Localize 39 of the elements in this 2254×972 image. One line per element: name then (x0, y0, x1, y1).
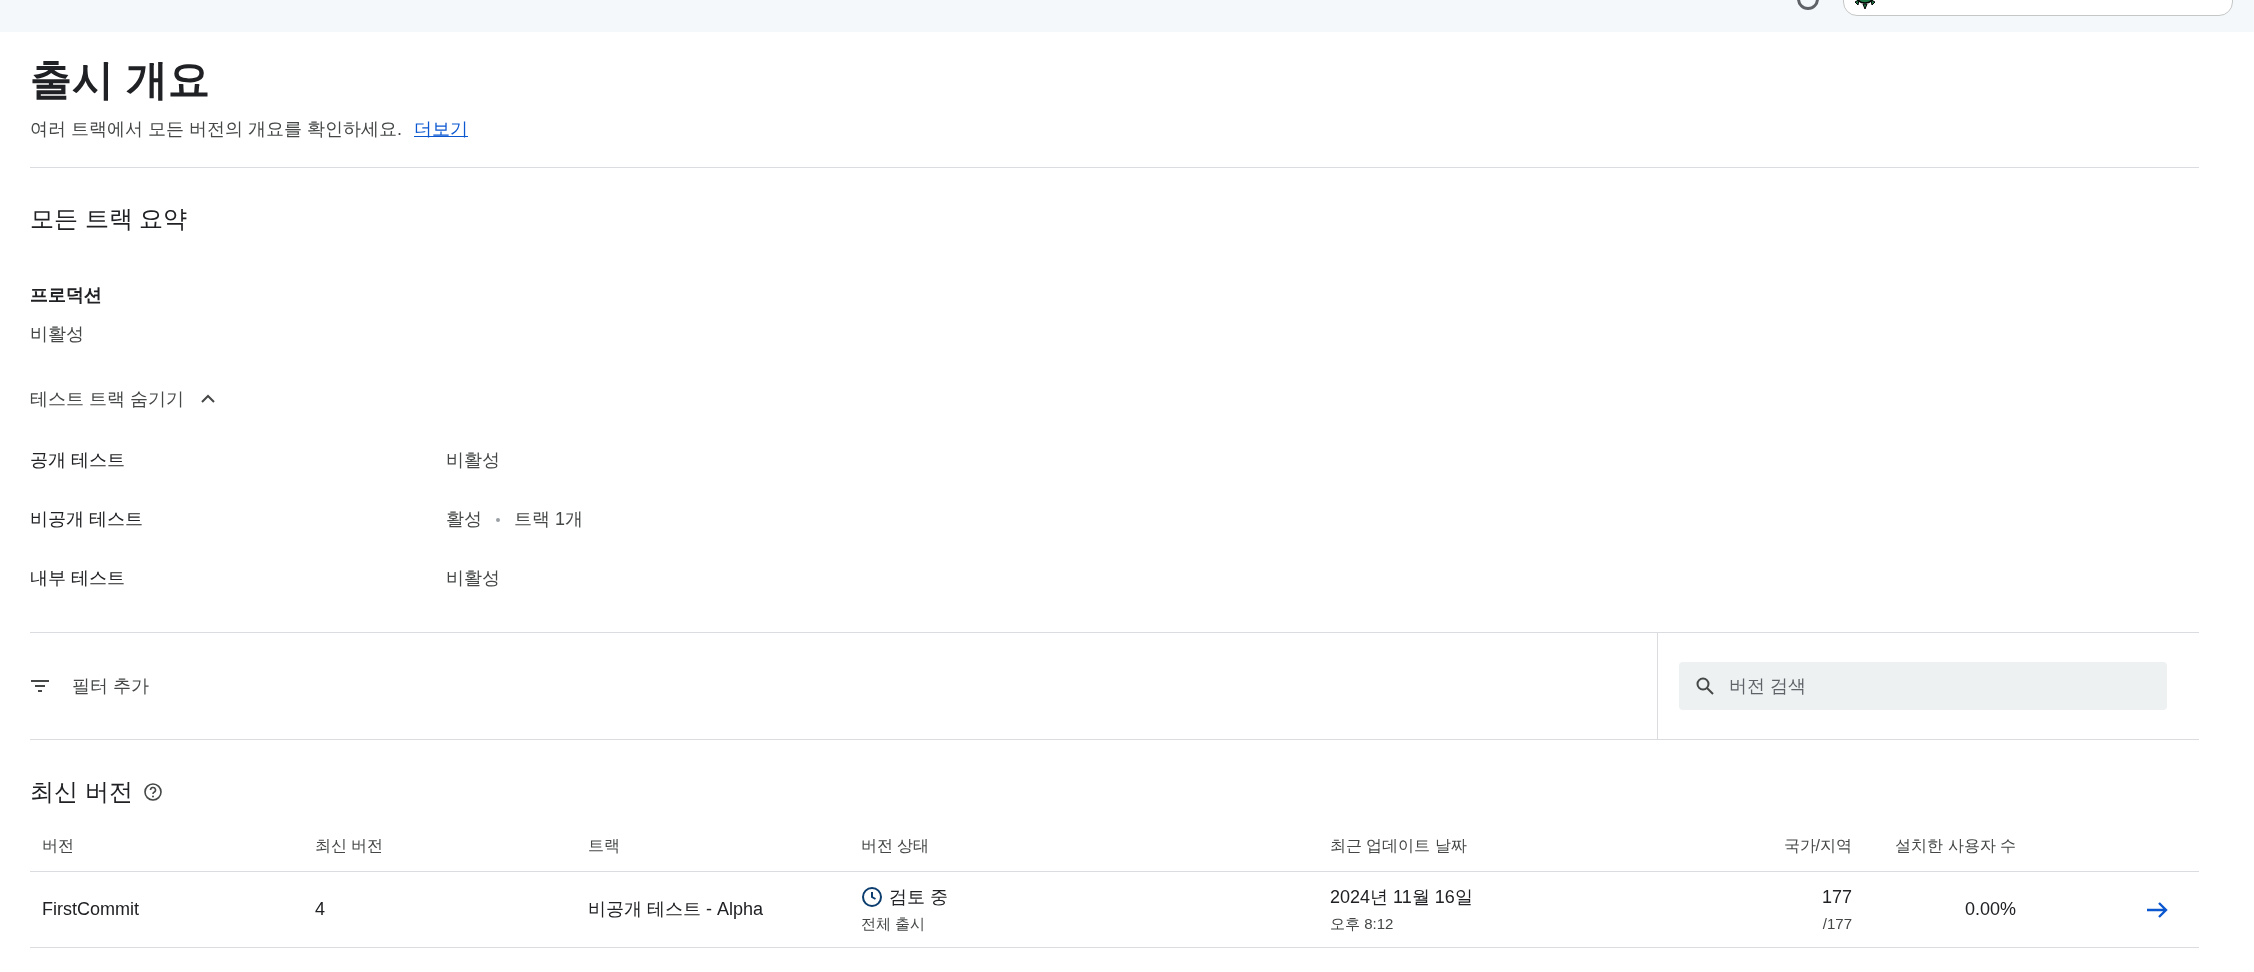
production-label: 프로덕션 (30, 284, 103, 307)
section-heading: 모든 트랙 요약 (30, 204, 189, 234)
country-count: 177 (1820, 885, 1852, 909)
production-status: 비활성 (30, 323, 85, 346)
track-name: 내부 테스트 (30, 567, 126, 590)
table-cell-text: 비공개 테스트 - Alpha (588, 898, 765, 921)
page-description: 여러 트랙에서 모든 버전의 개요를 확인하세요. (30, 118, 402, 141)
column-header: 설치한 사용자 수 (1894, 835, 2017, 856)
table-cell-text: 0.00% (1963, 898, 2017, 921)
column-header: 트랙 (588, 835, 621, 856)
column-header: 최근 업데이트 날짜 (1330, 835, 1468, 856)
date-text: 2024년 11월 16일 (1330, 885, 1474, 909)
column-header: 최신 버전 (315, 835, 385, 856)
add-filter-button[interactable]: 필터 추가 (30, 633, 1657, 739)
track-name: 공개 테스트 (30, 449, 126, 472)
table-cell-text: 4 (315, 898, 326, 921)
dot-separator-icon (496, 517, 500, 522)
rollout-text: 전체 출시 (861, 913, 927, 934)
column-header: 국가/지역 (1782, 835, 1852, 856)
track-name: 비공개 테스트 (30, 508, 144, 531)
page-title: 출시 개요 (30, 55, 211, 105)
learn-more-link[interactable]: 더보기 (414, 116, 468, 143)
filter-icon (30, 679, 50, 693)
track-detail: 트랙 1개 (514, 508, 583, 531)
table-cell-text: FirstCommit (42, 898, 140, 921)
arrow-right-icon[interactable] (2145, 899, 2169, 920)
track-status: 비활성 (446, 567, 500, 590)
search-field[interactable]: 버전 검색 (1679, 662, 2167, 710)
track-status: 비활성 (446, 449, 500, 472)
hide-test-tracks-button[interactable]: 테스트 트랙 숨기기 (30, 386, 218, 413)
status-text: 검토 중 (889, 885, 948, 909)
country-total: /177 (1821, 913, 1852, 934)
column-header: 버전 (42, 835, 75, 856)
column-header: 버전 상태 (861, 835, 931, 856)
track-status: 활성 (446, 508, 482, 531)
search-icon (1695, 676, 1715, 696)
latest-heading: 최신 버전 (30, 777, 133, 807)
clock-icon (861, 886, 883, 909)
time-text: 오후 8:12 (1330, 913, 1395, 934)
